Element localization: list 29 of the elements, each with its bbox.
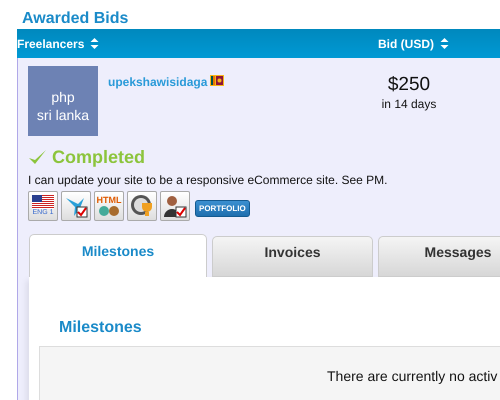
avatar-text: php: [51, 88, 75, 106]
status-label: Completed: [52, 146, 146, 168]
tab[interactable]: Milestones: [29, 234, 207, 277]
proposal-text: I can update your site to be a responsive eCommerce site. See PM.: [28, 173, 389, 187]
tab[interactable]: Messages: [378, 236, 500, 277]
sort-icon[interactable]: [90, 37, 100, 50]
person-check-icon: [163, 194, 187, 218]
avatar-text: sri lanka: [36, 106, 90, 124]
page-title: Awarded Bids: [21, 9, 130, 29]
certification-badge[interactable]: [127, 191, 157, 221]
bid-duration: in 14 days: [380, 97, 438, 111]
column-header[interactable]: Bid (USD): [378, 36, 434, 50]
certification-badge[interactable]: HTML: [94, 191, 124, 221]
badge-label: HTML: [96, 195, 122, 205]
certification-badge[interactable]: [160, 191, 190, 221]
bid-amount: $250: [386, 74, 432, 96]
check-icon: [28, 148, 47, 166]
username-link[interactable]: upekshawisidaga: [108, 75, 208, 89]
trophy-icon: [129, 193, 155, 219]
sort-icon[interactable]: [440, 37, 449, 50]
certification-badge[interactable]: [61, 191, 91, 221]
portfolio-button[interactable]: PORTFOLIO: [195, 200, 250, 217]
column-header[interactable]: Freelancers: [17, 36, 84, 50]
empty-message: There are currently no activ: [327, 368, 498, 384]
globe-icon: [98, 205, 120, 217]
section-heading: Milestones: [59, 319, 143, 337]
flag-icon: [32, 195, 54, 209]
tab[interactable]: Invoices: [212, 236, 373, 277]
flag-icon: [210, 75, 224, 86]
